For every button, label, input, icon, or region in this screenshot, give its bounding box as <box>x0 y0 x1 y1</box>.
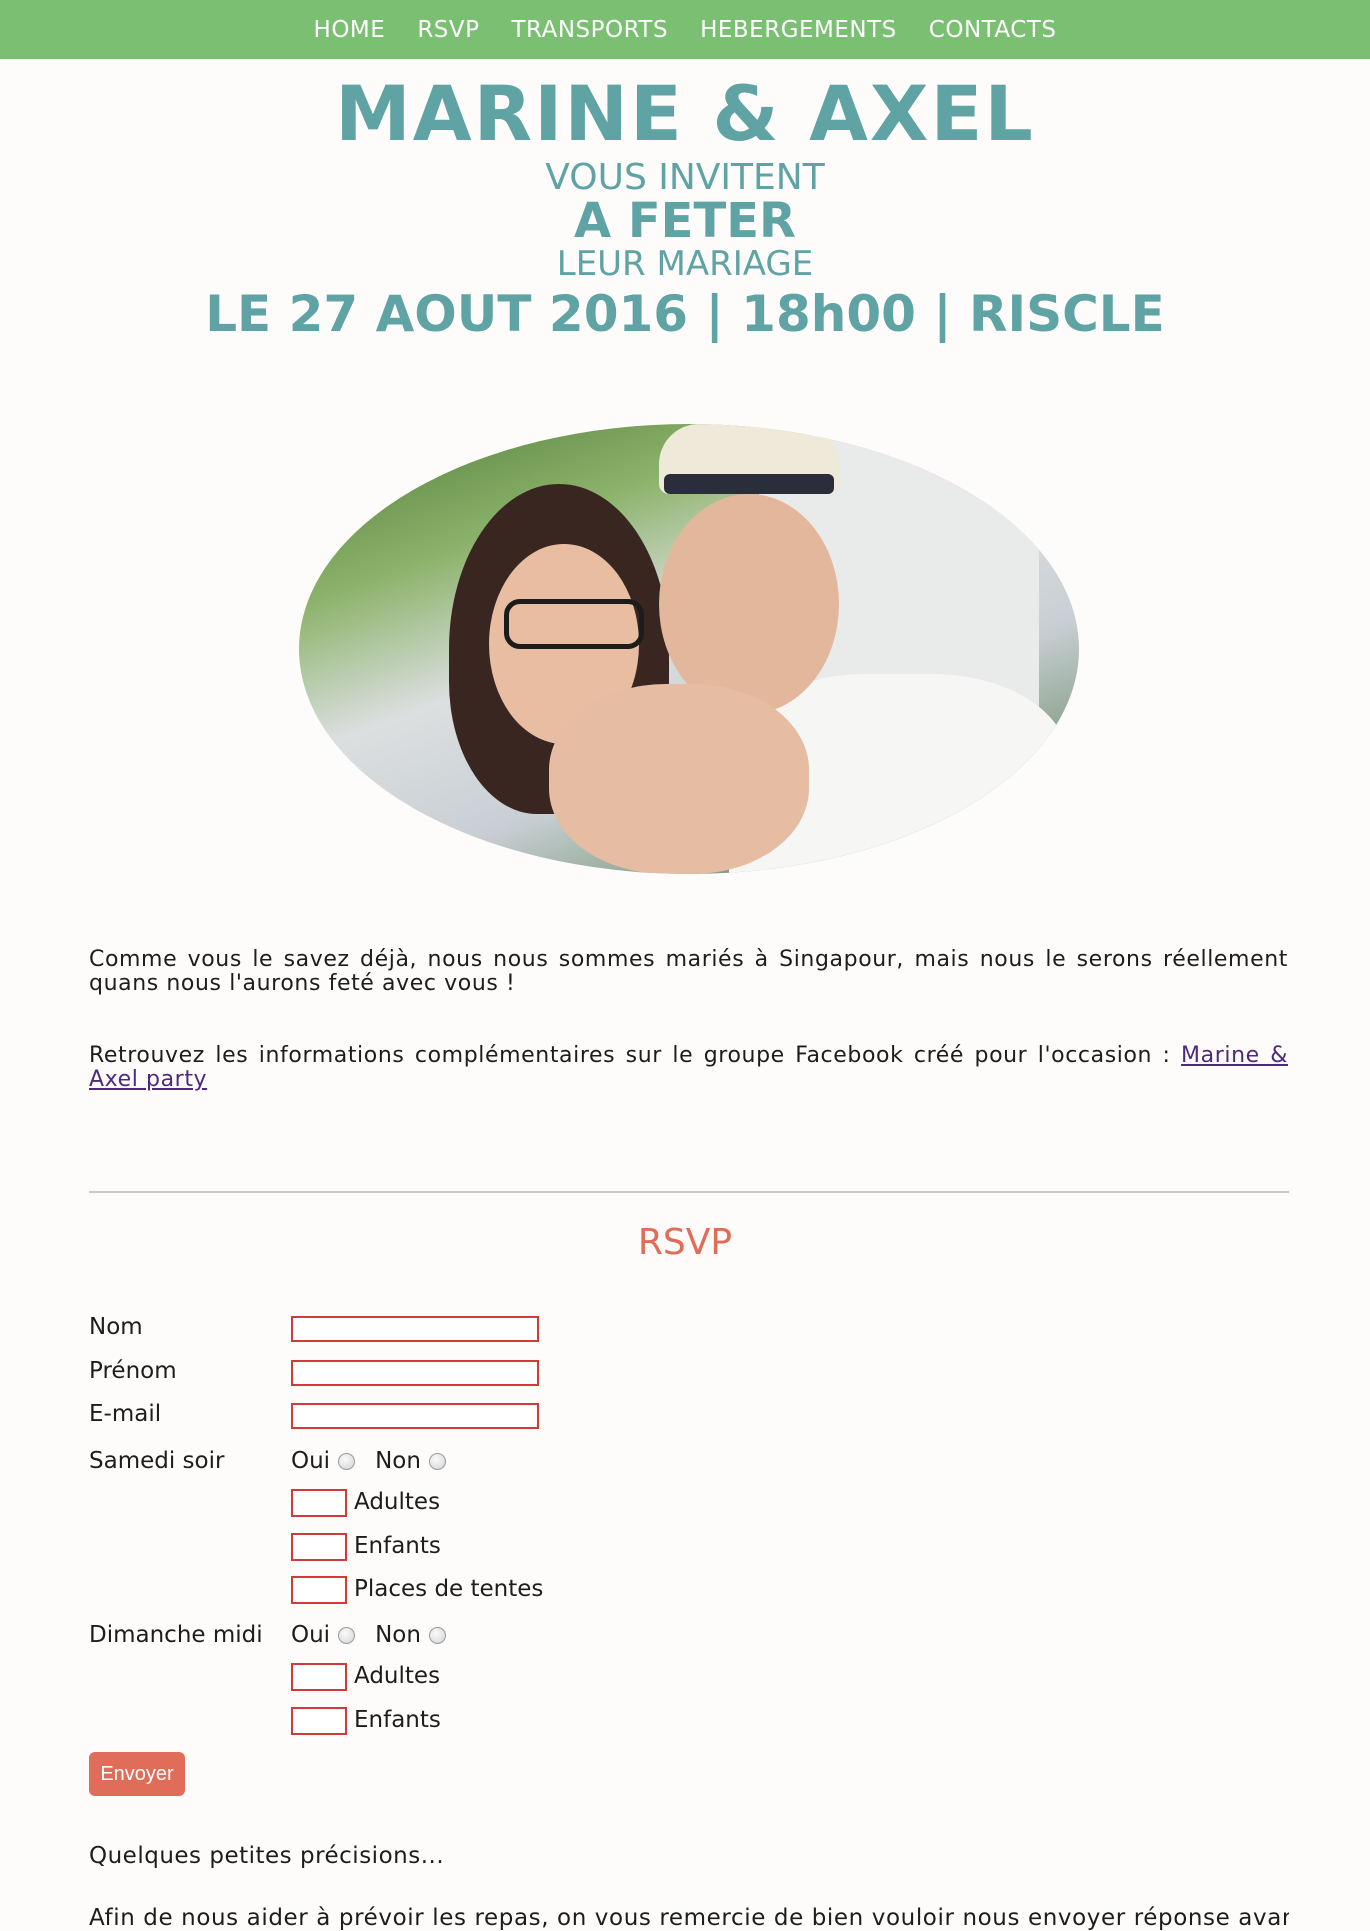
nav-transports[interactable]: TRANSPORTS <box>512 17 669 43</box>
samedi-enfants-input[interactable] <box>291 1533 347 1561</box>
hero-header: MARINE & AXEL VOUS INVITENT A FETER LEUR… <box>0 70 1370 344</box>
label-prenom: Prénom <box>89 1358 177 1384</box>
mariage-line: LEUR MARIAGE <box>556 244 814 284</box>
top-navbar: HOME RSVP TRANSPORTS HEBERGEMENTS CONTAC… <box>0 0 1370 59</box>
label-email: E-mail <box>89 1401 162 1427</box>
dimanche-radio-group: Oui Non <box>291 1621 458 1649</box>
samedi-adultes-input[interactable] <box>291 1489 347 1517</box>
dimanche-adultes-label: Adultes <box>354 1663 441 1689</box>
nav-home[interactable]: HOME <box>314 17 386 43</box>
nav-rsvp[interactable]: RSVP <box>417 17 479 43</box>
samedi-oui-label: Oui <box>291 1448 331 1474</box>
invite-line: VOUS INVITENT <box>545 157 825 198</box>
samedi-tentes-input[interactable] <box>291 1576 347 1604</box>
nav-contacts[interactable]: CONTACTS <box>929 17 1057 43</box>
precisions-text: Afin de nous aider à prévoir les repas, … <box>89 1905 1289 1931</box>
rsvp-title: RSVP <box>637 1222 733 1263</box>
samedi-non-radio[interactable] <box>428 1452 446 1470</box>
couple-names: MARINE & AXEL <box>335 69 1035 158</box>
dimanche-enfants-input[interactable] <box>291 1707 347 1735</box>
label-dimanche: Dimanche midi <box>89 1622 263 1648</box>
samedi-oui-radio[interactable] <box>338 1452 356 1470</box>
samedi-tentes-label: Places de tentes <box>354 1576 544 1602</box>
dimanche-enfants-label: Enfants <box>354 1707 441 1733</box>
samedi-adultes-label: Adultes <box>354 1489 441 1515</box>
samedi-enfants-label: Enfants <box>354 1533 441 1559</box>
photo-hatband <box>664 474 834 494</box>
photo-face-man <box>659 494 839 714</box>
event-date: LE 27 AOUT 2016 | 18h00 | RISCLE <box>205 285 1165 343</box>
photo-hands <box>549 684 809 874</box>
dimanche-oui-radio[interactable] <box>338 1626 356 1644</box>
samedi-non-label: Non <box>375 1448 421 1474</box>
section-divider <box>89 1191 1289 1193</box>
couple-photo <box>299 424 1079 874</box>
facebook-prefix: Retrouvez les informations complémentair… <box>89 1043 1182 1068</box>
email-input[interactable] <box>291 1403 539 1429</box>
send-button[interactable]: Envoyer <box>89 1752 185 1796</box>
nom-input[interactable] <box>291 1316 539 1342</box>
nav-hebergements[interactable]: HEBERGEMENTS <box>700 17 897 43</box>
dimanche-non-label: Non <box>375 1622 421 1648</box>
precisions-heading: Quelques petites précisions... <box>89 1843 445 1869</box>
label-nom: Nom <box>89 1314 143 1340</box>
feter-line: A FETER <box>574 193 796 249</box>
dimanche-oui-label: Oui <box>291 1622 331 1648</box>
photo-glasses <box>504 599 644 649</box>
samedi-radio-group: Oui Non <box>291 1447 458 1475</box>
label-samedi: Samedi soir <box>89 1448 225 1474</box>
dimanche-adultes-input[interactable] <box>291 1663 347 1691</box>
facebook-paragraph: Retrouvez les informations complémentair… <box>89 1044 1288 1092</box>
dimanche-non-radio[interactable] <box>428 1626 446 1644</box>
prenom-input[interactable] <box>291 1360 539 1386</box>
intro-paragraph: Comme vous le savez déjà, nous nous somm… <box>89 947 1288 996</box>
